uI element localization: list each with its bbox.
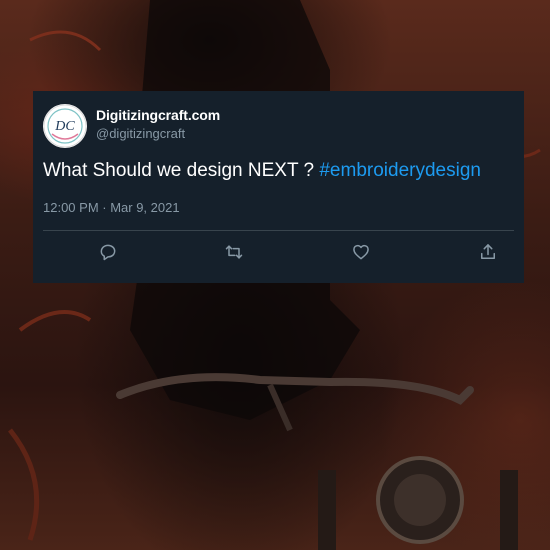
like-icon [353,244,369,260]
tweet-text: What Should we design NEXT ? #embroidery… [43,160,481,182]
dc-logo-icon: DC [43,104,87,148]
reply-icon [100,244,116,261]
avatar[interactable]: DC [43,104,87,148]
hashtag-link[interactable]: #embroiderydesign [319,160,481,181]
reply-button[interactable] [97,241,119,263]
handle[interactable]: @digitizingcraft [96,126,185,141]
tweet-card: DC Digitizingcraft.com @digitizingcraft … [33,91,524,283]
retweet-button[interactable] [223,241,245,263]
tweet-body: What Should we design NEXT ? [43,160,320,181]
share-button[interactable] [477,241,499,263]
share-icon [481,244,495,259]
svg-text:DC: DC [54,119,75,134]
display-name[interactable]: Digitizingcraft.com [96,107,220,123]
timestamp[interactable]: 12:00 PM · Mar 9, 2021 [43,200,180,215]
like-button[interactable] [350,241,372,263]
divider [43,230,514,231]
retweet-icon [225,245,243,259]
